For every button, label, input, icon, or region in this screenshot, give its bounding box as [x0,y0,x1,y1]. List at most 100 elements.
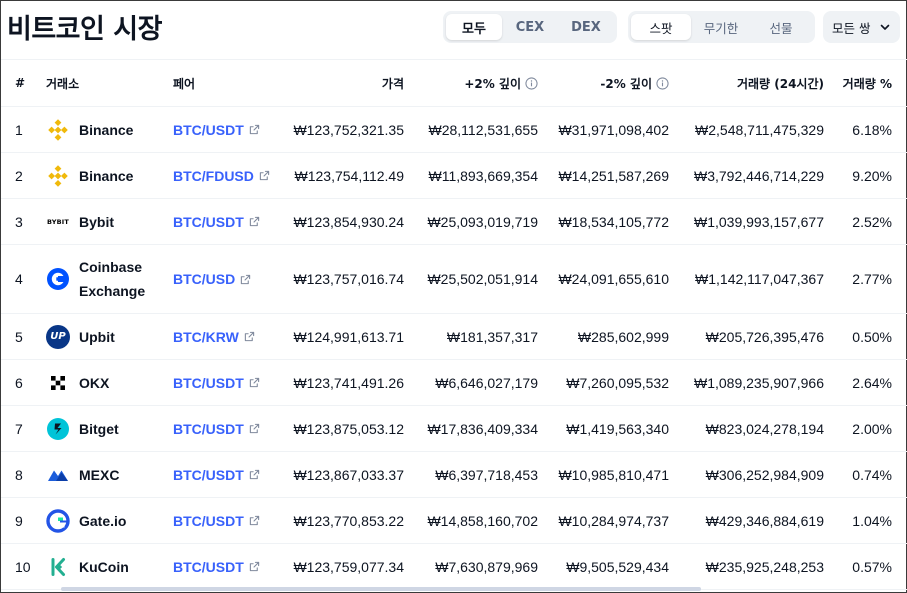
depth-minus-cell: ₩14,251,587,269 [542,152,673,199]
okx-logo [46,371,70,395]
table-row[interactable]: 7 Bitget BTC/USDT ₩123,875,053.12 ₩17,83… [1,405,907,452]
header-depth-plus-label: +2% 깊이 [464,76,521,91]
filter-dex-button[interactable]: DEX [558,14,614,40]
volume-cell: ₩235,925,248,253 [673,543,828,590]
pair-link[interactable]: BTC/USD [173,271,251,287]
table-row[interactable]: 10 KuCoin BTC/USDT ₩123,759,077.34 ₩7,63… [1,543,907,590]
price-cell: ₩123,741,491.26 [283,359,408,406]
header-volume[interactable]: 거래량 (24시간) [673,59,828,107]
horizontal-scrollbar[interactable] [61,587,701,591]
exchange-name: KuCoin [79,558,129,575]
pair-label: BTC/USDT [173,558,244,575]
external-link-icon[interactable] [249,469,260,480]
kucoin-logo [46,555,70,579]
markets-table: # 거래소 페어 가격 +2% 깊이 -2% 깊이 거래량 (24시간) 거래량… [1,59,907,590]
depth-plus-cell: ₩17,836,409,334 [408,405,542,452]
external-link-icon[interactable] [259,170,270,181]
volume-pct-cell: 2.77% [828,244,907,314]
exchange-link[interactable]: KuCoin [46,555,173,579]
table-row[interactable]: 8 MEXC BTC/USDT ₩123,867,033.37 ₩6,397,7… [1,451,907,498]
pair-link[interactable]: BTC/USDT [173,214,260,230]
exchange-link[interactable]: Bitget [46,417,173,441]
depth-plus-cell: ₩25,502,051,914 [408,244,542,314]
pair-link[interactable]: BTC/USDT [173,122,260,138]
pair-link[interactable]: BTC/FDUSD [173,168,270,184]
header-rank[interactable]: # [1,59,46,107]
pair-link[interactable]: BTC/USDT [173,513,260,529]
bitget-logo [46,417,70,441]
table-row[interactable]: 5 UP Upbit BTC/KRW ₩124,991,613.71 ₩181,3… [1,313,907,360]
depth-minus-cell: ₩24,091,655,610 [542,244,673,314]
depth-minus-cell: ₩9,505,529,434 [542,543,673,590]
page-header: 비트코인 시장 모두 CEX DEX 스팟 무기한 선물 모든 쌍 [1,1,907,57]
filter-perpetual-button[interactable]: 무기한 [691,14,751,40]
depth-minus-cell: ₩1,419,563,340 [542,405,673,452]
external-link-icon[interactable] [249,515,260,526]
volume-pct-cell: 1.04% [828,497,907,544]
table-row[interactable]: 9 Gate.io BTC/USDT ₩123,770,853.22 ₩14,8… [1,497,907,544]
exchange-link[interactable]: Binance [46,118,173,142]
header-depth-minus[interactable]: -2% 깊이 [542,59,673,107]
pair-link[interactable]: BTC/USDT [173,467,260,483]
row-rank: 2 [15,167,23,184]
pair-link[interactable]: BTC/USDT [173,559,260,575]
volume-cell: ₩306,252,984,909 [673,451,828,498]
exchange-link[interactable]: Gate.io [46,508,173,533]
table-header-row: # 거래소 페어 가격 +2% 깊이 -2% 깊이 거래량 (24시간) 거래량… [1,59,907,107]
depth-minus-cell: ₩31,971,098,402 [542,106,673,153]
row-rank: 6 [15,374,23,391]
exchange-link[interactable]: Coinbase Exchange [46,255,173,303]
volume-pct-cell: 2.00% [828,405,907,452]
header-volume-pct[interactable]: 거래량 % [828,59,907,107]
header-depth-plus[interactable]: +2% 깊이 [408,59,542,107]
external-link-icon[interactable] [249,216,260,227]
exchange-link[interactable]: Binance [46,164,173,188]
header-pair[interactable]: 페어 [173,59,283,107]
filter-cex-button[interactable]: CEX [502,14,558,40]
exchange-link[interactable]: MEXC [46,463,173,487]
table-row[interactable]: 3 BYBIT Bybit BTC/USDT ₩123,854,930.24 ₩2… [1,198,907,245]
table-row[interactable]: 2 Binance BTC/FDUSD ₩123,754,112.49 ₩11,… [1,152,907,199]
filter-all-button[interactable]: 모두 [446,14,502,40]
exchange-link[interactable]: OKX [46,371,173,395]
header-exchange[interactable]: 거래소 [46,59,173,107]
filter-futures-button[interactable]: 선물 [751,14,811,40]
external-link-icon[interactable] [240,274,251,285]
pair-select-dropdown[interactable]: 모든 쌍 [823,11,900,43]
external-link-icon[interactable] [249,423,260,434]
exchange-name: MEXC [79,466,120,483]
volume-pct-cell: 6.18% [828,106,907,153]
table-row[interactable]: 6 OKX BTC/USDT ₩123,741,491.26 ₩6,646,02… [1,359,907,406]
filter-spot-button[interactable]: 스팟 [631,14,691,40]
depth-plus-cell: ₩28,112,531,655 [408,106,542,153]
pair-link[interactable]: BTC/USDT [173,421,260,437]
binance-logo [46,118,70,142]
table-row[interactable]: 1 Binance BTC/USDT ₩123,752,321.35 ₩28,1… [1,106,907,153]
external-link-icon[interactable] [249,377,260,388]
table-row[interactable]: 4 Coinbase Exchange BTC/USD ₩123,757,016… [1,244,907,314]
volume-cell: ₩3,792,446,714,229 [673,152,828,199]
external-link-icon[interactable] [244,331,255,342]
exchange-link[interactable]: UP Upbit [46,324,173,349]
pair-link[interactable]: BTC/KRW [173,329,255,345]
volume-pct-cell: 2.52% [828,198,907,245]
depth-minus-cell: ₩18,534,105,772 [542,198,673,245]
price-cell: ₩124,991,613.71 [283,313,408,360]
header-price[interactable]: 가격 [283,59,408,107]
pair-label: BTC/USDT [173,512,244,529]
info-icon[interactable] [656,76,669,90]
market-type-toggle: 모두 CEX DEX [443,11,617,43]
volume-pct-cell: 0.57% [828,543,907,590]
pair-select-label: 모든 쌍 [832,20,871,36]
exchange-link[interactable]: BYBIT Bybit [46,210,173,234]
exchange-name: Gate.io [79,512,127,529]
row-rank: 10 [15,558,31,575]
exchange-name: Binance [79,121,134,138]
pair-link[interactable]: BTC/USDT [173,375,260,391]
page-frame: 비트코인 시장 모두 CEX DEX 스팟 무기한 선물 모든 쌍 # 거래소 … [0,0,907,593]
pair-label: BTC/FDUSD [173,167,254,184]
info-icon[interactable] [525,76,538,90]
external-link-icon[interactable] [249,561,260,572]
volume-pct-cell: 9.20% [828,152,907,199]
external-link-icon[interactable] [249,124,260,135]
